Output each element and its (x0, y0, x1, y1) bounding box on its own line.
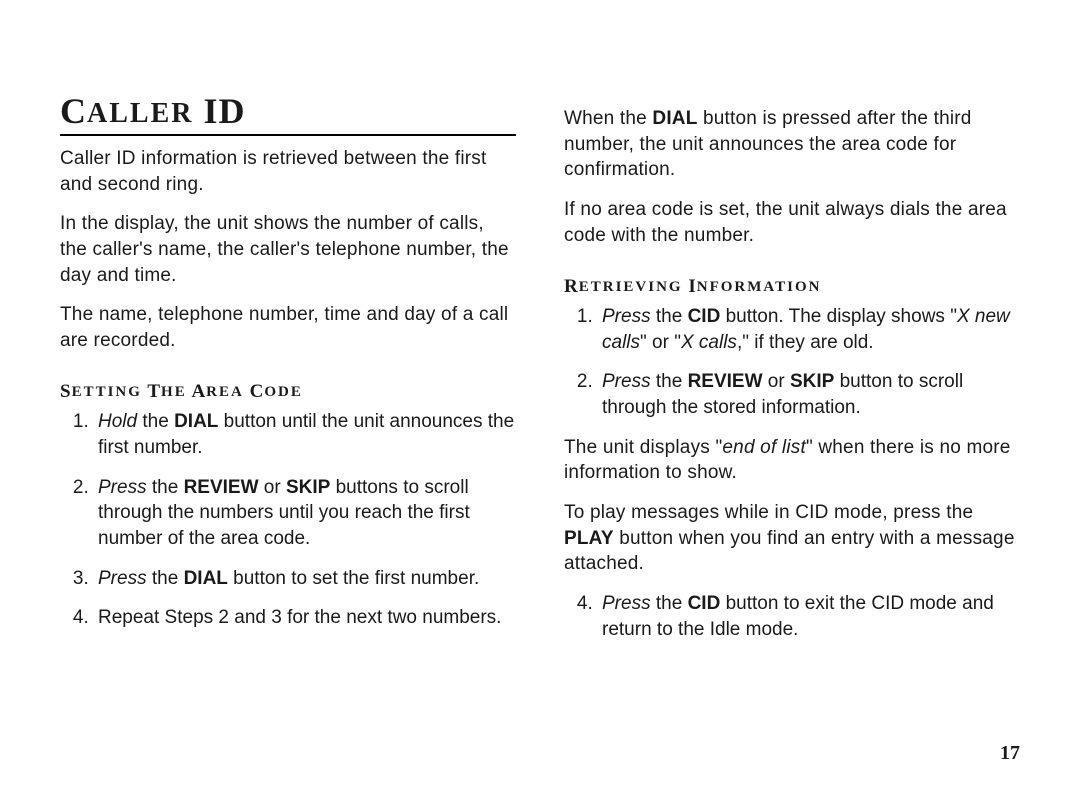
list-item: Press the CID button. The display shows … (598, 304, 1020, 355)
list-item: Press the CID button to exit the CID mod… (598, 591, 1020, 642)
title-part: C (60, 91, 87, 131)
left-column: CALLER ID Caller ID information is retri… (60, 70, 516, 656)
intro-paragraph: In the display, the unit shows the numbe… (60, 211, 516, 288)
list-item: Press the DIAL button to set the first n… (94, 566, 516, 592)
list-item: Press the REVIEW or SKIP button to scrol… (598, 369, 1020, 420)
title-part: ALLER (87, 98, 193, 129)
manual-page: CALLER ID Caller ID information is retri… (0, 0, 1080, 785)
section-heading-setting-area-code: SETTING THE AREA CODE (60, 381, 516, 403)
list-item: Repeat Steps 2 and 3 for the next two nu… (94, 605, 516, 631)
page-title: CALLER ID (60, 90, 516, 136)
list-item: Press the REVIEW or SKIP buttons to scro… (94, 475, 516, 552)
body-paragraph: The unit displays "end of list" when the… (564, 435, 1020, 486)
section-heading-retrieving-info: RETRIEVING INFORMATION (564, 276, 1020, 298)
retrieving-info-steps-1-2: Press the CID button. The display shows … (564, 304, 1020, 421)
page-number: 17 (1000, 742, 1020, 765)
title-part: ID (193, 91, 245, 131)
list-item: Hold the DIAL button until the unit anno… (94, 409, 516, 460)
body-paragraph: When the DIAL button is pressed after th… (564, 106, 1020, 183)
two-column-layout: CALLER ID Caller ID information is retri… (60, 70, 1020, 656)
retrieving-info-steps-4: Press the CID button to exit the CID mod… (564, 591, 1020, 642)
right-column: When the DIAL button is pressed after th… (564, 70, 1020, 656)
body-paragraph: If no area code is set, the unit always … (564, 197, 1020, 248)
intro-paragraph: Caller ID information is retrieved betwe… (60, 146, 516, 197)
intro-paragraph: The name, telephone number, time and day… (60, 302, 516, 353)
body-paragraph: To play messages while in CID mode, pres… (564, 500, 1020, 577)
setting-area-code-steps: Hold the DIAL button until the unit anno… (60, 409, 516, 630)
